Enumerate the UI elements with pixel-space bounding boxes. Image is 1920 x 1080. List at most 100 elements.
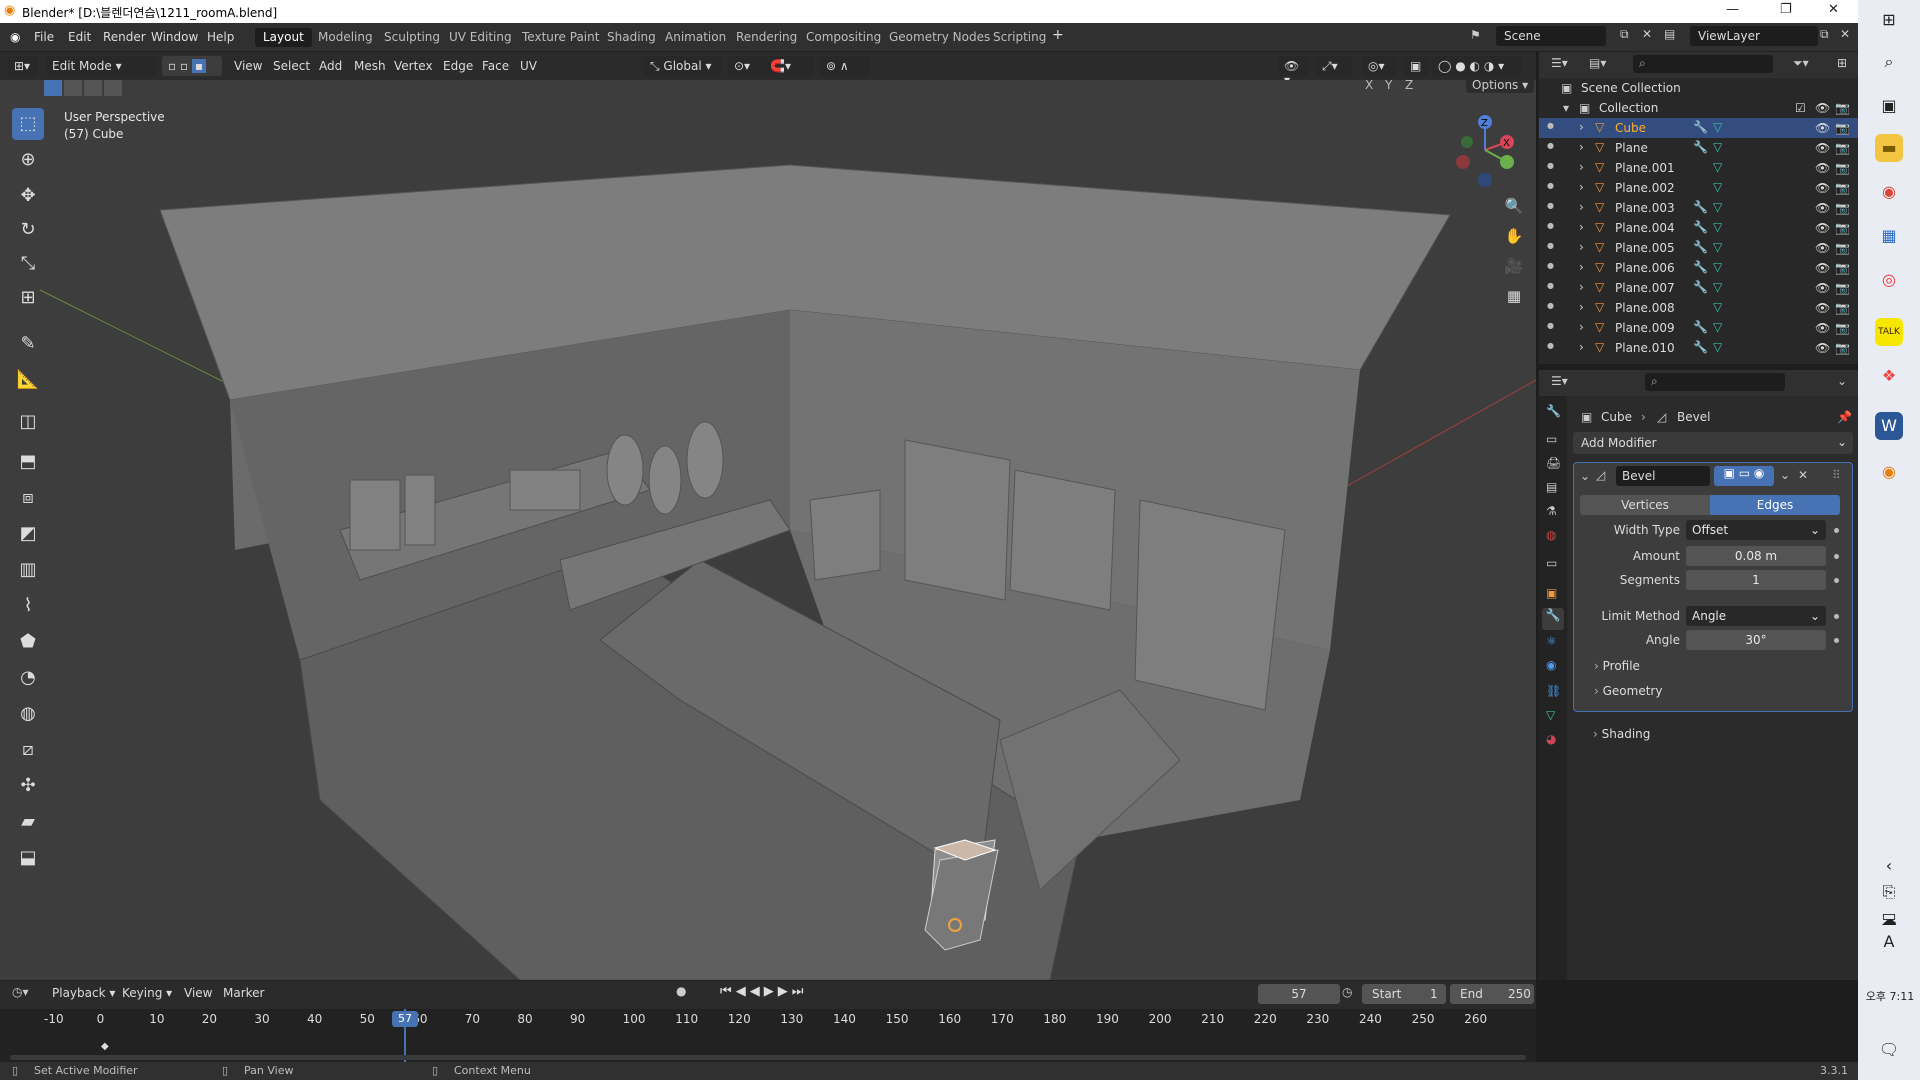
menu-edge[interactable]: Edge [443, 59, 473, 73]
eye-icon[interactable]: 👁 [1815, 181, 1830, 195]
mesh-data-icon[interactable]: ▽ [1713, 180, 1722, 194]
modifier-icon[interactable]: 🔧 [1693, 340, 1708, 354]
shading-mode-icons[interactable]: ◯ ● ◐ ◑ ▾ [1432, 56, 1522, 76]
rip-tool-icon[interactable]: ⬓ [12, 842, 44, 874]
outliner-scene-collection[interactable]: ▣ Scene Collection [1539, 78, 1859, 98]
new-collection-icon[interactable]: ⊞ [1837, 56, 1847, 70]
exclude-checkbox[interactable]: ☑ [1795, 101, 1806, 115]
constraints-tab-icon[interactable]: ⛓ [1546, 684, 1561, 698]
remove-viewlayer-icon[interactable]: ✕ [1840, 27, 1850, 41]
view-layer-tab-icon[interactable]: ▤ [1546, 480, 1557, 494]
data-tab-icon[interactable]: ▽ [1546, 708, 1555, 722]
rotate-tool-icon[interactable]: ↻ [12, 214, 44, 246]
camera-view-icon[interactable]: 🎥 [1500, 252, 1528, 280]
timeline-scrollbar[interactable] [10, 1055, 1526, 1060]
chevron-down-icon[interactable]: ▾ [1563, 101, 1569, 115]
object-tab-icon[interactable]: ▣ [1546, 586, 1557, 600]
new-viewlayer-icon[interactable]: ⧉ [1820, 27, 1829, 42]
chevron-right-icon[interactable]: › [1579, 340, 1584, 354]
tab-modeling[interactable]: Modeling [310, 28, 381, 47]
scene-icon[interactable]: ⚑ [1470, 28, 1481, 42]
eye-icon[interactable]: 👁 [1815, 321, 1830, 335]
menu-view[interactable]: View [234, 59, 262, 73]
profile-subpanel[interactable]: › Profile [1594, 659, 1640, 673]
file-explorer-icon[interactable]: ▬ [1875, 134, 1903, 162]
chevron-right-icon[interactable]: › [1579, 300, 1584, 314]
drag-handle-icon[interactable]: ⠿ [1832, 468, 1841, 482]
menu-file[interactable]: File [34, 30, 54, 44]
chevron-right-icon[interactable]: › [1579, 180, 1584, 194]
menu-face[interactable]: Face [482, 59, 509, 73]
kakaotalk-icon[interactable]: TALK [1875, 318, 1903, 346]
axis-lock-z[interactable]: Z [1405, 80, 1413, 92]
timeline-track[interactable]: -10 0 10 20 30 40 50 60 70 80 90 100 110 120 130 140 150… [0, 1009, 1536, 1063]
mesh-data-icon[interactable]: ▽ [1713, 120, 1722, 134]
axis-lock-y[interactable]: Y [1385, 80, 1392, 92]
material-tab-icon[interactable]: ◕ [1546, 732, 1556, 746]
menu-add[interactable]: Add [319, 59, 342, 73]
zoom-icon[interactable]: 🔍 [1500, 192, 1528, 220]
tab-geometry-nodes[interactable]: Geometry Nodes [881, 28, 998, 47]
3d-viewport[interactable]: User Perspective (57) Cube X Y Z Options… [0, 80, 1536, 980]
visibility-icon[interactable]: 👁▾ [1278, 56, 1308, 87]
scene-selector[interactable]: Scene [1496, 26, 1606, 46]
mesh-data-icon[interactable]: ▽ [1713, 200, 1722, 214]
eye-icon[interactable]: 👁 [1815, 161, 1830, 175]
app-red-icon[interactable]: ◎ [1875, 266, 1903, 294]
outliner-search[interactable]: ⌕ [1633, 55, 1773, 73]
options-dropdown[interactable]: Options ▾ [1466, 80, 1535, 93]
modifier-tab-icon[interactable]: 🔧 [1542, 608, 1564, 630]
chevron-down-icon[interactable]: ⌄ [1837, 374, 1847, 388]
transform-orientation[interactable]: ⤡ Global ▾ [644, 56, 722, 76]
record-icon[interactable]: ● [676, 984, 686, 998]
input-lang-indicator[interactable]: A [1875, 928, 1903, 956]
search-icon[interactable]: ⌕ [1875, 48, 1903, 76]
angle-field[interactable]: 30° [1686, 630, 1826, 650]
tab-animation[interactable]: Animation [657, 28, 734, 47]
outliner-item[interactable]: ● › ▽ Plane.006 🔧 ▽ 👁 📷 [1539, 258, 1859, 278]
new-scene-icon[interactable]: ⧉ [1620, 27, 1629, 42]
task-view-icon[interactable]: ▣ [1875, 92, 1903, 120]
menu-vertex[interactable]: Vertex [394, 59, 433, 73]
camera-icon[interactable]: 📷 [1835, 101, 1850, 115]
bevel-tool-icon[interactable]: ◩ [12, 518, 44, 550]
camera-icon[interactable]: 📷 [1835, 241, 1850, 255]
eye-icon[interactable]: 👁 [1815, 281, 1830, 295]
scene-tab-icon[interactable]: ⚗ [1546, 504, 1557, 518]
tab-layout[interactable]: Layout [255, 28, 312, 47]
ortho-grid-icon[interactable]: ▦ [1500, 282, 1528, 310]
end-frame-field[interactable]: End 250 [1450, 984, 1534, 1004]
scale-tool-icon[interactable]: ⤡ [12, 248, 44, 280]
mesh-data-icon[interactable]: ▽ [1713, 300, 1722, 314]
chevron-left-icon[interactable]: ‹ [1875, 852, 1903, 880]
edge-slide-tool-icon[interactable]: ⧄ [12, 734, 44, 766]
chevron-right-icon[interactable]: › [1579, 240, 1584, 254]
chevron-right-icon[interactable]: › [1579, 280, 1584, 294]
outliner-item[interactable]: ● › ▽ Plane 🔧 ▽ 👁 📷 [1539, 138, 1859, 158]
particles-tab-icon[interactable]: ⚛ [1546, 634, 1557, 648]
camera-icon[interactable]: 📷 [1835, 321, 1850, 335]
chevron-down-icon[interactable]: ⌄ [1780, 468, 1790, 482]
mode-selector[interactable]: Edit Mode ▾ [46, 56, 156, 76]
camera-icon[interactable]: 📷 [1835, 261, 1850, 275]
overlay-toggle-icon[interactable]: ◎▾ [1362, 56, 1396, 76]
blender-taskbar-icon[interactable]: ◉ [1875, 458, 1903, 486]
tab-edges[interactable]: Edges [1710, 495, 1840, 515]
eye-icon[interactable]: 👁 [1815, 301, 1830, 315]
navigation-gizmo[interactable]: Z X [1455, 110, 1545, 210]
poly-build-tool-icon[interactable]: ⬟ [12, 626, 44, 658]
outliner-item[interactable]: ● › ▽ Plane.008 ▽ 👁 📷 [1539, 298, 1859, 318]
tab-scripting[interactable]: Scripting [985, 28, 1054, 47]
menu-select[interactable]: Select [273, 59, 310, 73]
add-workspace-icon[interactable]: + [1052, 27, 1064, 43]
knife-tool-icon[interactable]: ⌇ [12, 590, 44, 622]
modifier-icon[interactable]: 🔧 [1693, 260, 1708, 274]
outliner-item[interactable]: ● › ▽ Plane.001 ▽ 👁 📷 [1539, 158, 1859, 178]
current-frame-field[interactable]: 57 [1258, 984, 1340, 1004]
remove-modifier-icon[interactable]: ✕ [1798, 468, 1808, 482]
mesh-data-icon[interactable]: ▽ [1713, 220, 1722, 234]
select-box-tool-icon[interactable]: ⬚ [12, 108, 44, 140]
collapse-chevron-icon[interactable]: ⌄ [1580, 469, 1590, 483]
add-modifier-dropdown[interactable]: Add Modifier ⌄ [1573, 432, 1853, 454]
playhead-frame-label[interactable]: 57 [392, 1011, 418, 1027]
